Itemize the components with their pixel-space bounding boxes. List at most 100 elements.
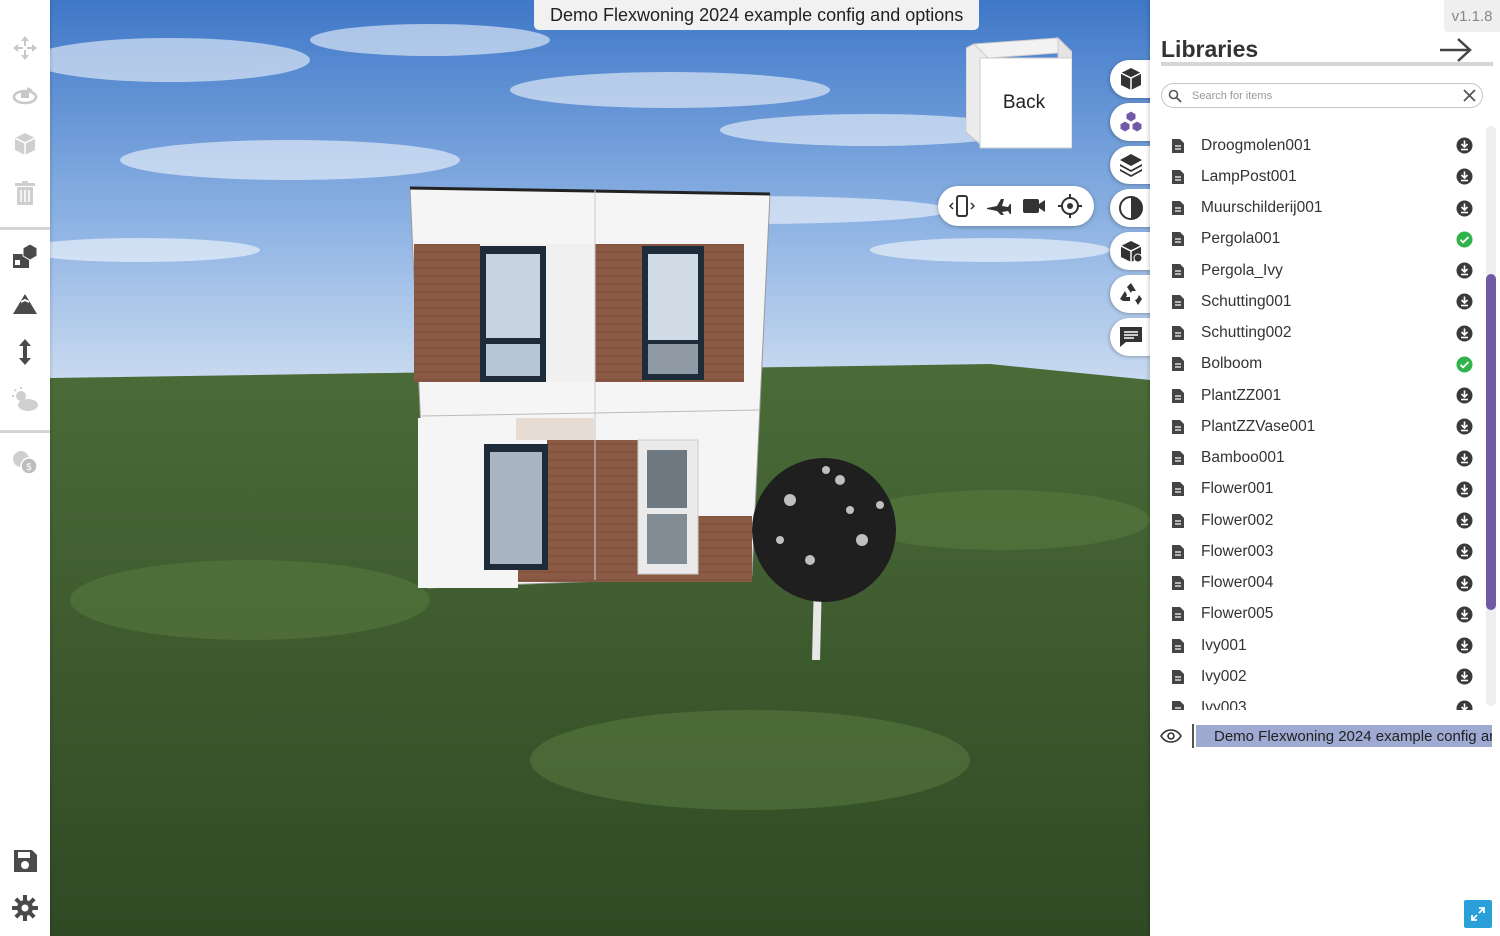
- library-item[interactable]: Flower003: [1161, 536, 1479, 567]
- check-circle-icon: [1456, 231, 1473, 248]
- document-icon: [1172, 513, 1184, 528]
- document-icon: [1172, 419, 1184, 434]
- document-icon: [1172, 451, 1184, 465]
- first-person-icon[interactable]: [947, 191, 977, 221]
- library-item[interactable]: Flower004: [1161, 568, 1479, 599]
- library-item-label: Muurschilderij001: [1201, 199, 1323, 216]
- library-item-label: Flower002: [1201, 511, 1274, 529]
- furniture-library-icon[interactable]: [7, 238, 43, 274]
- download-icon[interactable]: [1456, 575, 1473, 592]
- scrollbar-track[interactable]: [1486, 126, 1496, 706]
- layers-icon[interactable]: [1110, 146, 1150, 184]
- rotate-icon[interactable]: [7, 78, 43, 114]
- download-icon[interactable]: [1456, 512, 1473, 529]
- library-item[interactable]: Droogmolen001: [1161, 130, 1479, 161]
- document-icon: [1172, 201, 1184, 215]
- search-icon: [1168, 89, 1182, 103]
- library-item-label: Ivy001: [1201, 636, 1247, 654]
- download-icon[interactable]: [1456, 700, 1473, 711]
- scrollbar-thumb[interactable]: [1486, 274, 1496, 610]
- library-item-label: Ivy003: [1201, 699, 1247, 710]
- download-icon[interactable]: [1456, 543, 1473, 560]
- library-item[interactable]: Schutting001: [1161, 286, 1479, 317]
- library-item-label: Ivy002: [1201, 667, 1247, 685]
- download-icon[interactable]: [1456, 387, 1473, 404]
- check-circle-icon: [1456, 356, 1473, 373]
- package-icon[interactable]: [1110, 232, 1150, 270]
- library-item[interactable]: Ivy001: [1161, 630, 1479, 661]
- library-item[interactable]: Ivy002: [1161, 661, 1479, 692]
- terrain-icon[interactable]: [7, 286, 43, 322]
- target-icon[interactable]: [1055, 191, 1085, 221]
- library-item-label: Pergola001: [1201, 230, 1281, 248]
- download-icon[interactable]: [1456, 200, 1473, 217]
- document-icon: [1172, 701, 1184, 710]
- arrow-right-icon[interactable]: [1438, 36, 1474, 64]
- close-icon[interactable]: [1461, 87, 1478, 104]
- house-model[interactable]: [409, 186, 771, 589]
- download-icon[interactable]: [1456, 668, 1473, 685]
- library-item[interactable]: Ivy003: [1161, 693, 1479, 711]
- library-item-label: Bamboo001: [1201, 449, 1285, 466]
- document-icon: [1172, 544, 1184, 559]
- document-icon: [1172, 576, 1184, 590]
- library-item[interactable]: PlantZZVase001: [1161, 411, 1479, 442]
- currency-icon[interactable]: $: [7, 444, 43, 480]
- library-item[interactable]: Bamboo001: [1161, 443, 1479, 474]
- library-item[interactable]: Flower002: [1161, 505, 1479, 536]
- download-icon[interactable]: [1456, 637, 1473, 654]
- document-icon: [1172, 357, 1184, 372]
- recycle-icon[interactable]: [1110, 275, 1150, 313]
- library-item-label: Schutting002: [1201, 324, 1292, 341]
- library-item[interactable]: Muurschilderij001: [1161, 193, 1479, 224]
- eye-icon[interactable]: [1150, 724, 1194, 748]
- download-icon[interactable]: [1456, 450, 1473, 467]
- library-item[interactable]: Pergola001: [1161, 224, 1479, 255]
- scene-title: Demo Flexwoning 2024 example config and …: [534, 0, 980, 30]
- library-item-label: Pergola_Ivy: [1201, 261, 1283, 279]
- library-item-label: LampPost001: [1201, 167, 1297, 185]
- download-icon[interactable]: [1456, 481, 1473, 498]
- library-item-label: Flower001: [1201, 480, 1274, 498]
- move-icon[interactable]: [7, 30, 43, 66]
- settings-icon[interactable]: [7, 890, 43, 926]
- contrast-icon[interactable]: [1110, 189, 1150, 227]
- box-icon[interactable]: [7, 126, 43, 162]
- download-icon[interactable]: [1456, 168, 1473, 185]
- download-icon[interactable]: [1456, 325, 1473, 342]
- document-icon: [1172, 326, 1184, 340]
- download-icon[interactable]: [1456, 293, 1473, 310]
- library-item[interactable]: Pergola_Ivy: [1161, 255, 1479, 286]
- download-icon[interactable]: [1456, 418, 1473, 435]
- document-icon: [1172, 669, 1184, 684]
- library-item[interactable]: PlantZZ001: [1161, 380, 1479, 411]
- toolbar-divider: [0, 430, 50, 433]
- layer-name[interactable]: Demo Flexwoning 2024 example config and …: [1196, 725, 1492, 747]
- library-item[interactable]: Flower001: [1161, 474, 1479, 505]
- save-icon[interactable]: [7, 843, 43, 879]
- download-icon[interactable]: [1456, 137, 1473, 154]
- height-icon[interactable]: [7, 334, 43, 370]
- library-item[interactable]: Flower005: [1161, 599, 1479, 630]
- panel-title: Libraries: [1161, 36, 1259, 62]
- view-cube-face-label: Back: [1002, 92, 1046, 113]
- search-input[interactable]: [1192, 89, 1452, 102]
- blocks-icon[interactable]: [1110, 103, 1150, 141]
- trash-icon[interactable]: [7, 175, 43, 211]
- library-item[interactable]: Bolboom: [1161, 349, 1479, 380]
- download-icon[interactable]: [1456, 606, 1473, 623]
- comment-icon[interactable]: [1110, 318, 1150, 356]
- library-item-label: Bolboom: [1201, 355, 1263, 373]
- fly-icon[interactable]: [983, 191, 1013, 221]
- library-item[interactable]: LampPost001: [1161, 161, 1479, 192]
- 3d-viewport[interactable]: Demo Flexwoning 2024 example config and …: [50, 0, 1150, 936]
- weather-icon[interactable]: [7, 382, 43, 418]
- cube-icon[interactable]: [1110, 60, 1150, 98]
- video-camera-icon[interactable]: [1019, 191, 1049, 221]
- expand-icon[interactable]: [1464, 900, 1492, 928]
- library-item-label: PlantZZ001: [1201, 386, 1282, 404]
- library-item[interactable]: Schutting002: [1161, 318, 1479, 349]
- download-icon[interactable]: [1456, 262, 1473, 279]
- document-icon: [1172, 169, 1184, 184]
- document-icon: [1172, 138, 1184, 153]
